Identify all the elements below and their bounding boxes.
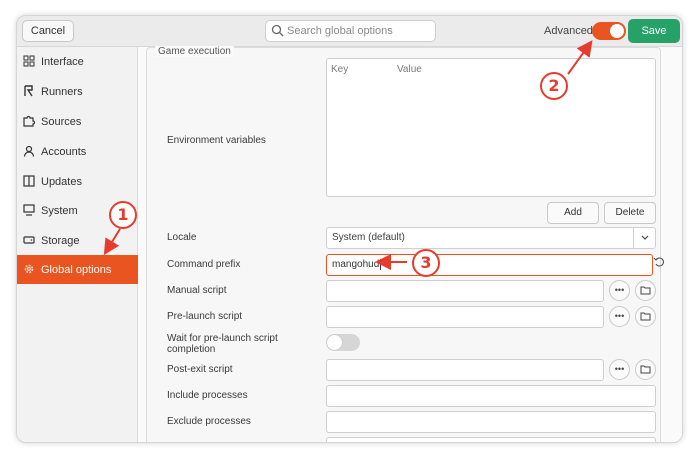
annotation-badge-1: 1 xyxy=(109,201,137,229)
annotation-badge-2: 2 xyxy=(540,72,568,100)
annotation-badge-3: 3 xyxy=(412,249,440,277)
annotation-arrows xyxy=(103,40,593,270)
arrow-1 xyxy=(103,228,121,256)
arrow-2 xyxy=(567,40,593,75)
